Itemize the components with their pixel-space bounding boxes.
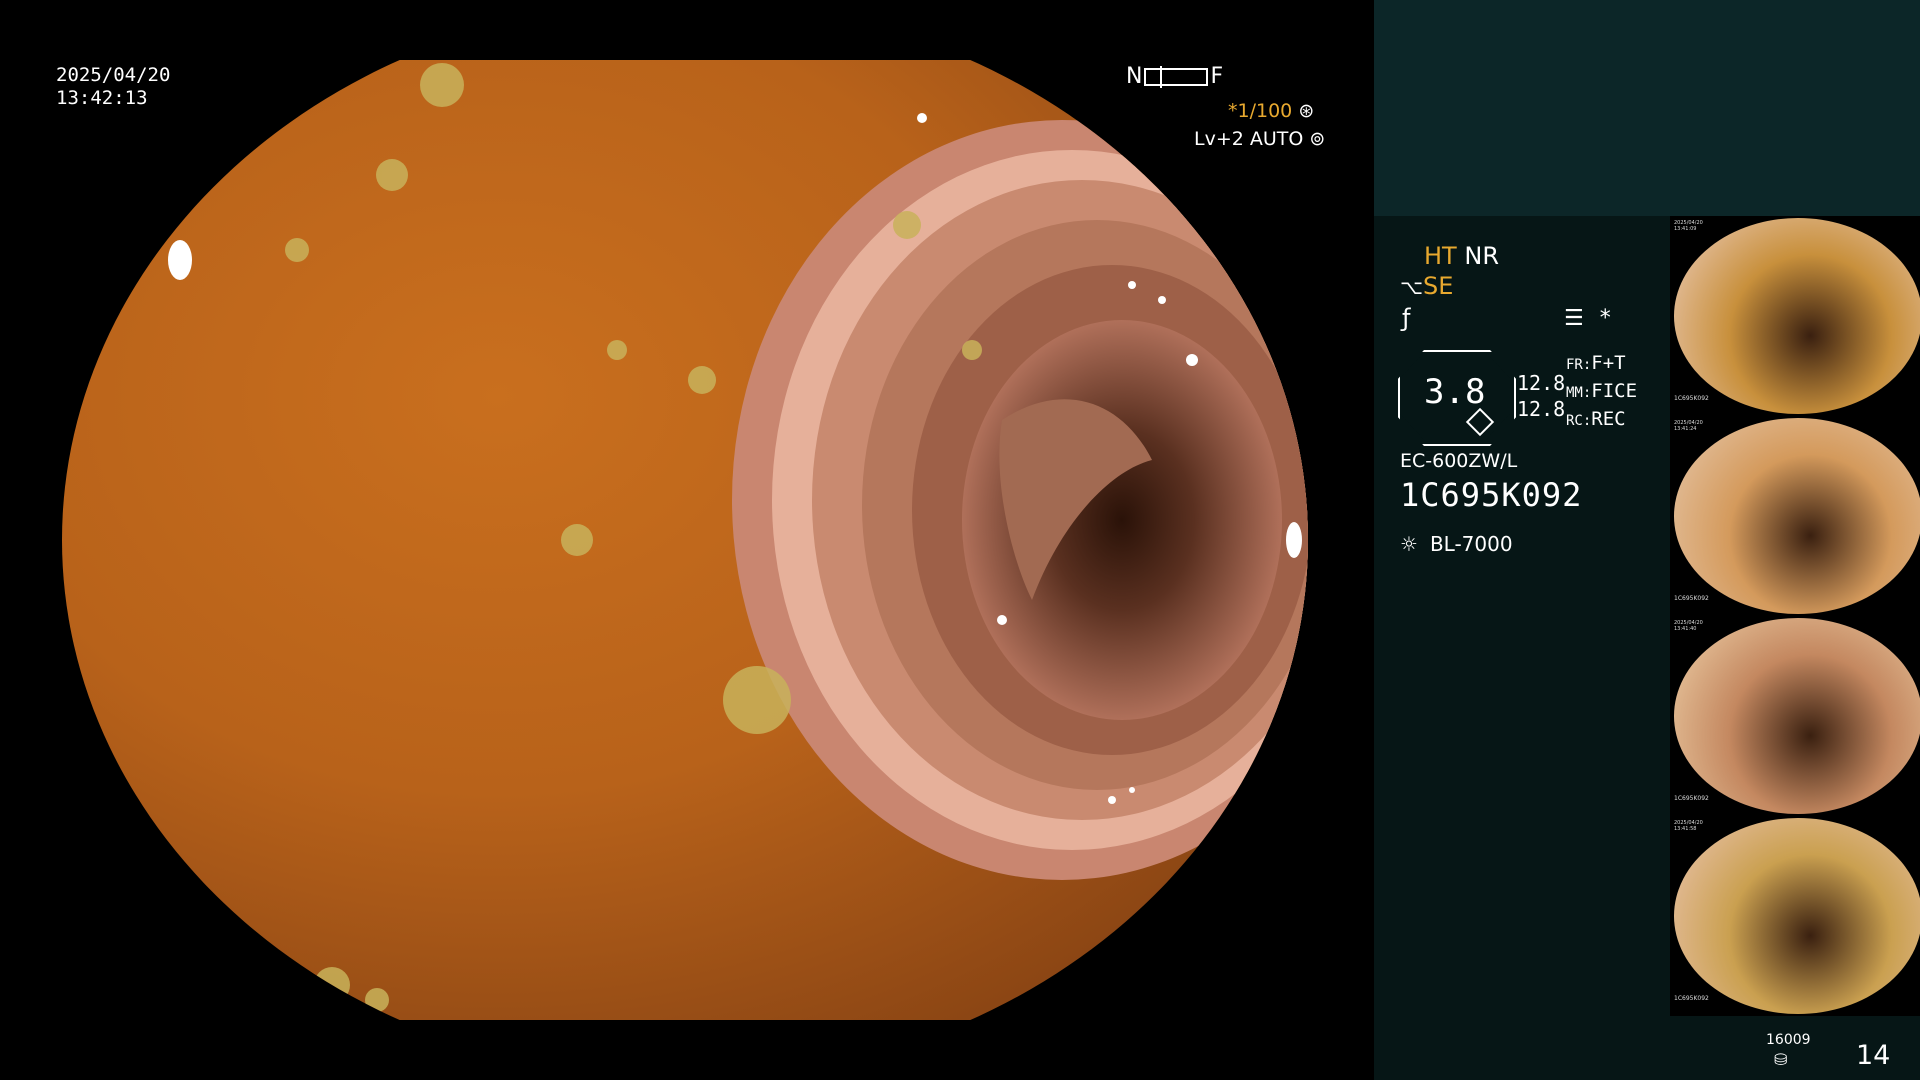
iris-icon: ⊚ xyxy=(1309,128,1326,150)
thumbnail-timestamp: 2025/04/20 13:41:58 xyxy=(1674,820,1703,832)
scope-serial: 1C695K092 xyxy=(1400,476,1583,514)
ht-nr-status: HT NR xyxy=(1424,242,1499,270)
endoscope-image xyxy=(62,0,1308,1080)
level-text: Lv+2 xyxy=(1194,128,1244,150)
mode-mm: MM:FICE xyxy=(1566,378,1637,406)
menu-icons: ☰ * xyxy=(1564,306,1611,331)
scope-model: EC-600ZW/L xyxy=(1400,450,1518,472)
thumbnail-scope-id: 1C695K092 xyxy=(1674,395,1709,402)
ht-label: HT xyxy=(1424,242,1457,270)
auto-text: AUTO xyxy=(1249,128,1304,150)
near-label: N xyxy=(1126,64,1143,89)
far-label: F xyxy=(1210,64,1224,89)
thumbnail[interactable]: 2025/04/20 13:41:40 1C695K092 xyxy=(1670,616,1920,816)
light-source: ☼ BL-7000 xyxy=(1400,532,1513,556)
panel-header xyxy=(1374,0,1920,216)
image-count-small: 16009 xyxy=(1766,1032,1811,1048)
zoom-max: 12.8 xyxy=(1517,397,1566,421)
mm-key: MM: xyxy=(1566,385,1592,401)
thumbnail-scope-id: 1C695K092 xyxy=(1674,995,1709,1002)
shutter-speed: *1/100 ⊛ xyxy=(1228,100,1314,122)
thumbnail-timestamp: 2025/04/20 13:41:24 xyxy=(1674,420,1703,432)
nr-label: NR xyxy=(1464,242,1499,270)
thumbnail-image xyxy=(1674,818,1920,1014)
aperture-icon: ⊛ xyxy=(1298,100,1315,122)
thumbnail-image xyxy=(1674,618,1920,814)
light-source-icon: ☼ xyxy=(1400,532,1418,556)
mm-value: FICE xyxy=(1591,380,1638,402)
thumbnail[interactable]: 2025/04/20 13:41:09 1C695K092 xyxy=(1670,216,1920,416)
asterisk-mark: * xyxy=(1599,306,1611,331)
rc-value: REC xyxy=(1591,408,1626,430)
thumbnail[interactable]: 2025/04/20 13:41:58 1C695K092 xyxy=(1670,816,1920,1016)
rc-key: RC: xyxy=(1566,413,1592,429)
thumbnail-scope-id: 1C695K092 xyxy=(1674,595,1709,602)
zoom-value: 3.8 xyxy=(1424,372,1486,412)
menu-list-icon: ☰ xyxy=(1564,306,1584,331)
mode-list: FR:F+T MM:FICE RC:REC xyxy=(1566,350,1637,434)
light-source-label: BL-7000 xyxy=(1429,532,1513,556)
se-label: SE xyxy=(1423,272,1454,300)
shutter-speed-text: *1/100 xyxy=(1228,100,1293,122)
fr-key: FR: xyxy=(1566,357,1592,373)
fr-value: F+T xyxy=(1591,352,1626,374)
thumbnail-image xyxy=(1674,418,1920,614)
structure-enhance-icon: ⌥ xyxy=(1400,275,1424,299)
mode-rc: RC:REC xyxy=(1566,406,1637,434)
endoscope-view xyxy=(62,0,1308,1080)
se-status: ⌥SE xyxy=(1400,272,1453,300)
mode-fr: FR:F+T xyxy=(1566,350,1637,378)
thumbnail[interactable]: 2025/04/20 13:41:24 1C695K092 xyxy=(1670,416,1920,616)
thumbnail-image xyxy=(1674,218,1920,414)
thumbnail-timestamp: 2025/04/20 13:41:40 xyxy=(1674,620,1703,632)
storage-icon: ⛁ xyxy=(1774,1050,1788,1069)
time-text: 13:42:13 xyxy=(56,87,148,109)
datetime: 2025/04/20 13:42:13 xyxy=(56,64,170,110)
date-text: 2025/04/20 xyxy=(56,64,171,86)
near-far-scale: N F xyxy=(1126,64,1223,89)
thumbnail-timestamp: 2025/04/20 13:41:09 xyxy=(1674,220,1703,232)
zoom-min: 12.8 xyxy=(1517,371,1566,395)
image-count: 14 xyxy=(1856,1040,1891,1071)
zoom-range: 12.8 12.8 xyxy=(1517,370,1565,422)
near-far-bar xyxy=(1144,65,1209,88)
brightness-level: Lv+2 AUTO ⊚ xyxy=(1194,128,1325,150)
thumbnail-scope-id: 1C695K092 xyxy=(1674,795,1709,802)
edge-enhance-icon: ƒ xyxy=(1402,304,1411,332)
